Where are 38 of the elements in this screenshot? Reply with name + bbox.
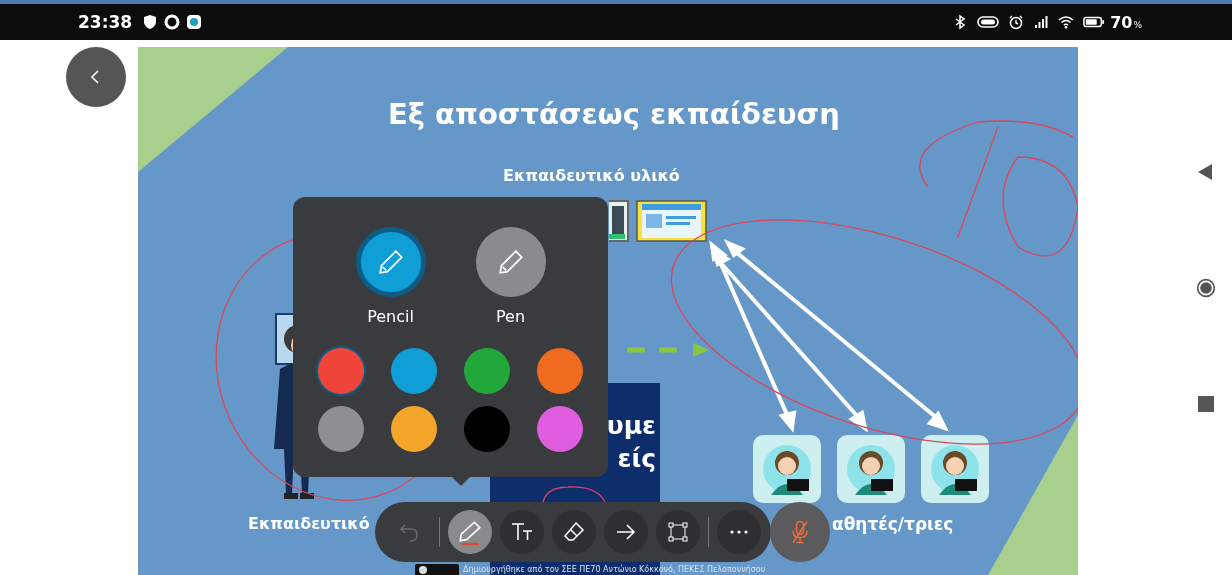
card-text: είς: [617, 443, 656, 475]
teacher-label: Εκπαιδευτικό: [248, 514, 370, 533]
slide-title: Εξ αποστάσεως εκπαίδευση: [388, 97, 840, 131]
arrow-tool-button[interactable]: [604, 510, 648, 554]
pencil-icon: [498, 250, 523, 274]
text-tool-button[interactable]: [500, 510, 544, 554]
student-tile: [837, 435, 905, 503]
license-logo: [415, 564, 459, 575]
webpage-thumbnail: [636, 200, 707, 242]
eraser-icon: [562, 520, 586, 544]
status-time: 23:38: [78, 12, 133, 32]
app-icon: [186, 14, 203, 30]
battery-percent: 70: [1110, 12, 1133, 32]
selection-box-icon: [666, 520, 690, 544]
document-thumbnail: [609, 200, 629, 242]
back-button[interactable]: [66, 47, 126, 107]
wifi-icon: [1058, 14, 1075, 30]
more-icon: [730, 530, 748, 534]
slide-subtitle: Εκπαιδευτικό υλικό: [503, 166, 680, 185]
pencil-icon: [457, 519, 483, 545]
toggle-icon: [977, 14, 1000, 30]
eraser-tool-button[interactable]: [552, 510, 596, 554]
student-tile: [753, 435, 821, 503]
shape-tool-button[interactable]: [656, 510, 700, 554]
recents-square-icon[interactable]: [1196, 394, 1216, 414]
students-label: αθητές/τριες: [832, 514, 954, 534]
pencil-tool-button[interactable]: [448, 510, 492, 554]
home-circle-icon[interactable]: [1196, 278, 1216, 298]
battery-icon: [1083, 14, 1106, 30]
shield-icon: [142, 14, 159, 30]
ring-icon: [164, 14, 181, 30]
card-text: υμε: [606, 410, 656, 442]
signal-icon: [1033, 14, 1050, 30]
pencil-icon: [378, 250, 403, 274]
alarm-icon: [1008, 14, 1025, 30]
battery-unit: %: [1133, 20, 1142, 30]
student-tile: [921, 435, 989, 503]
slide-footer: Δημιουργήθηκε από τον ΣΕΕ ΠΕ70 Αντώνιο Κόκκονό, ΠΕΚΕΣ Πελοποννήσου: [463, 565, 766, 574]
